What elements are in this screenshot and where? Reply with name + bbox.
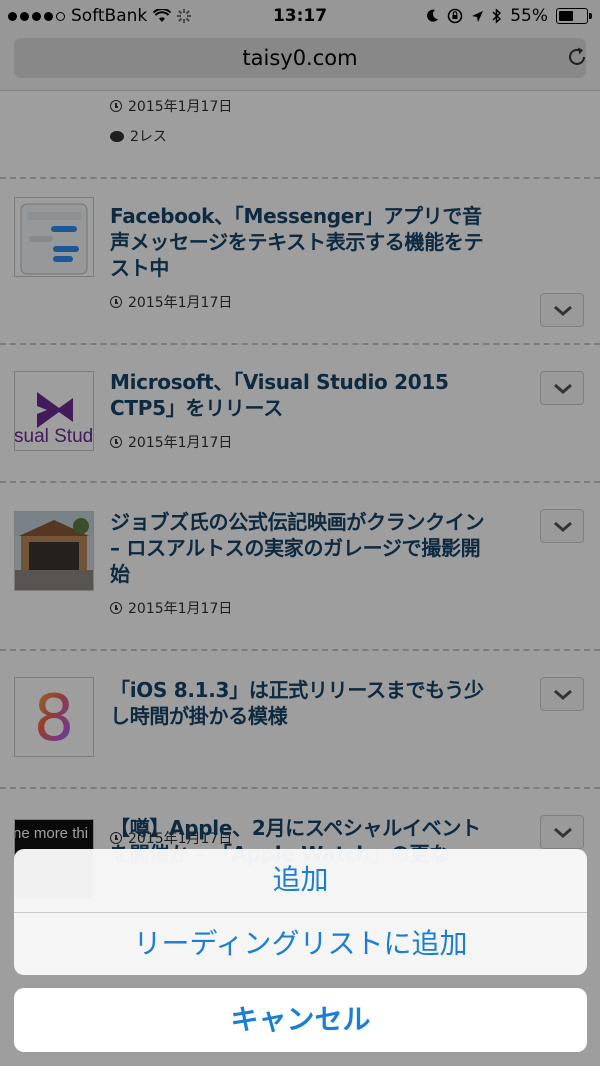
add-button[interactable]: 追加 bbox=[14, 849, 587, 911]
add-to-reading-list-button[interactable]: リーディングリストに追加 bbox=[14, 913, 587, 975]
action-sheet: 追加 リーディングリストに追加 bbox=[14, 849, 587, 975]
cancel-button[interactable]: キャンセル bbox=[14, 988, 587, 1052]
